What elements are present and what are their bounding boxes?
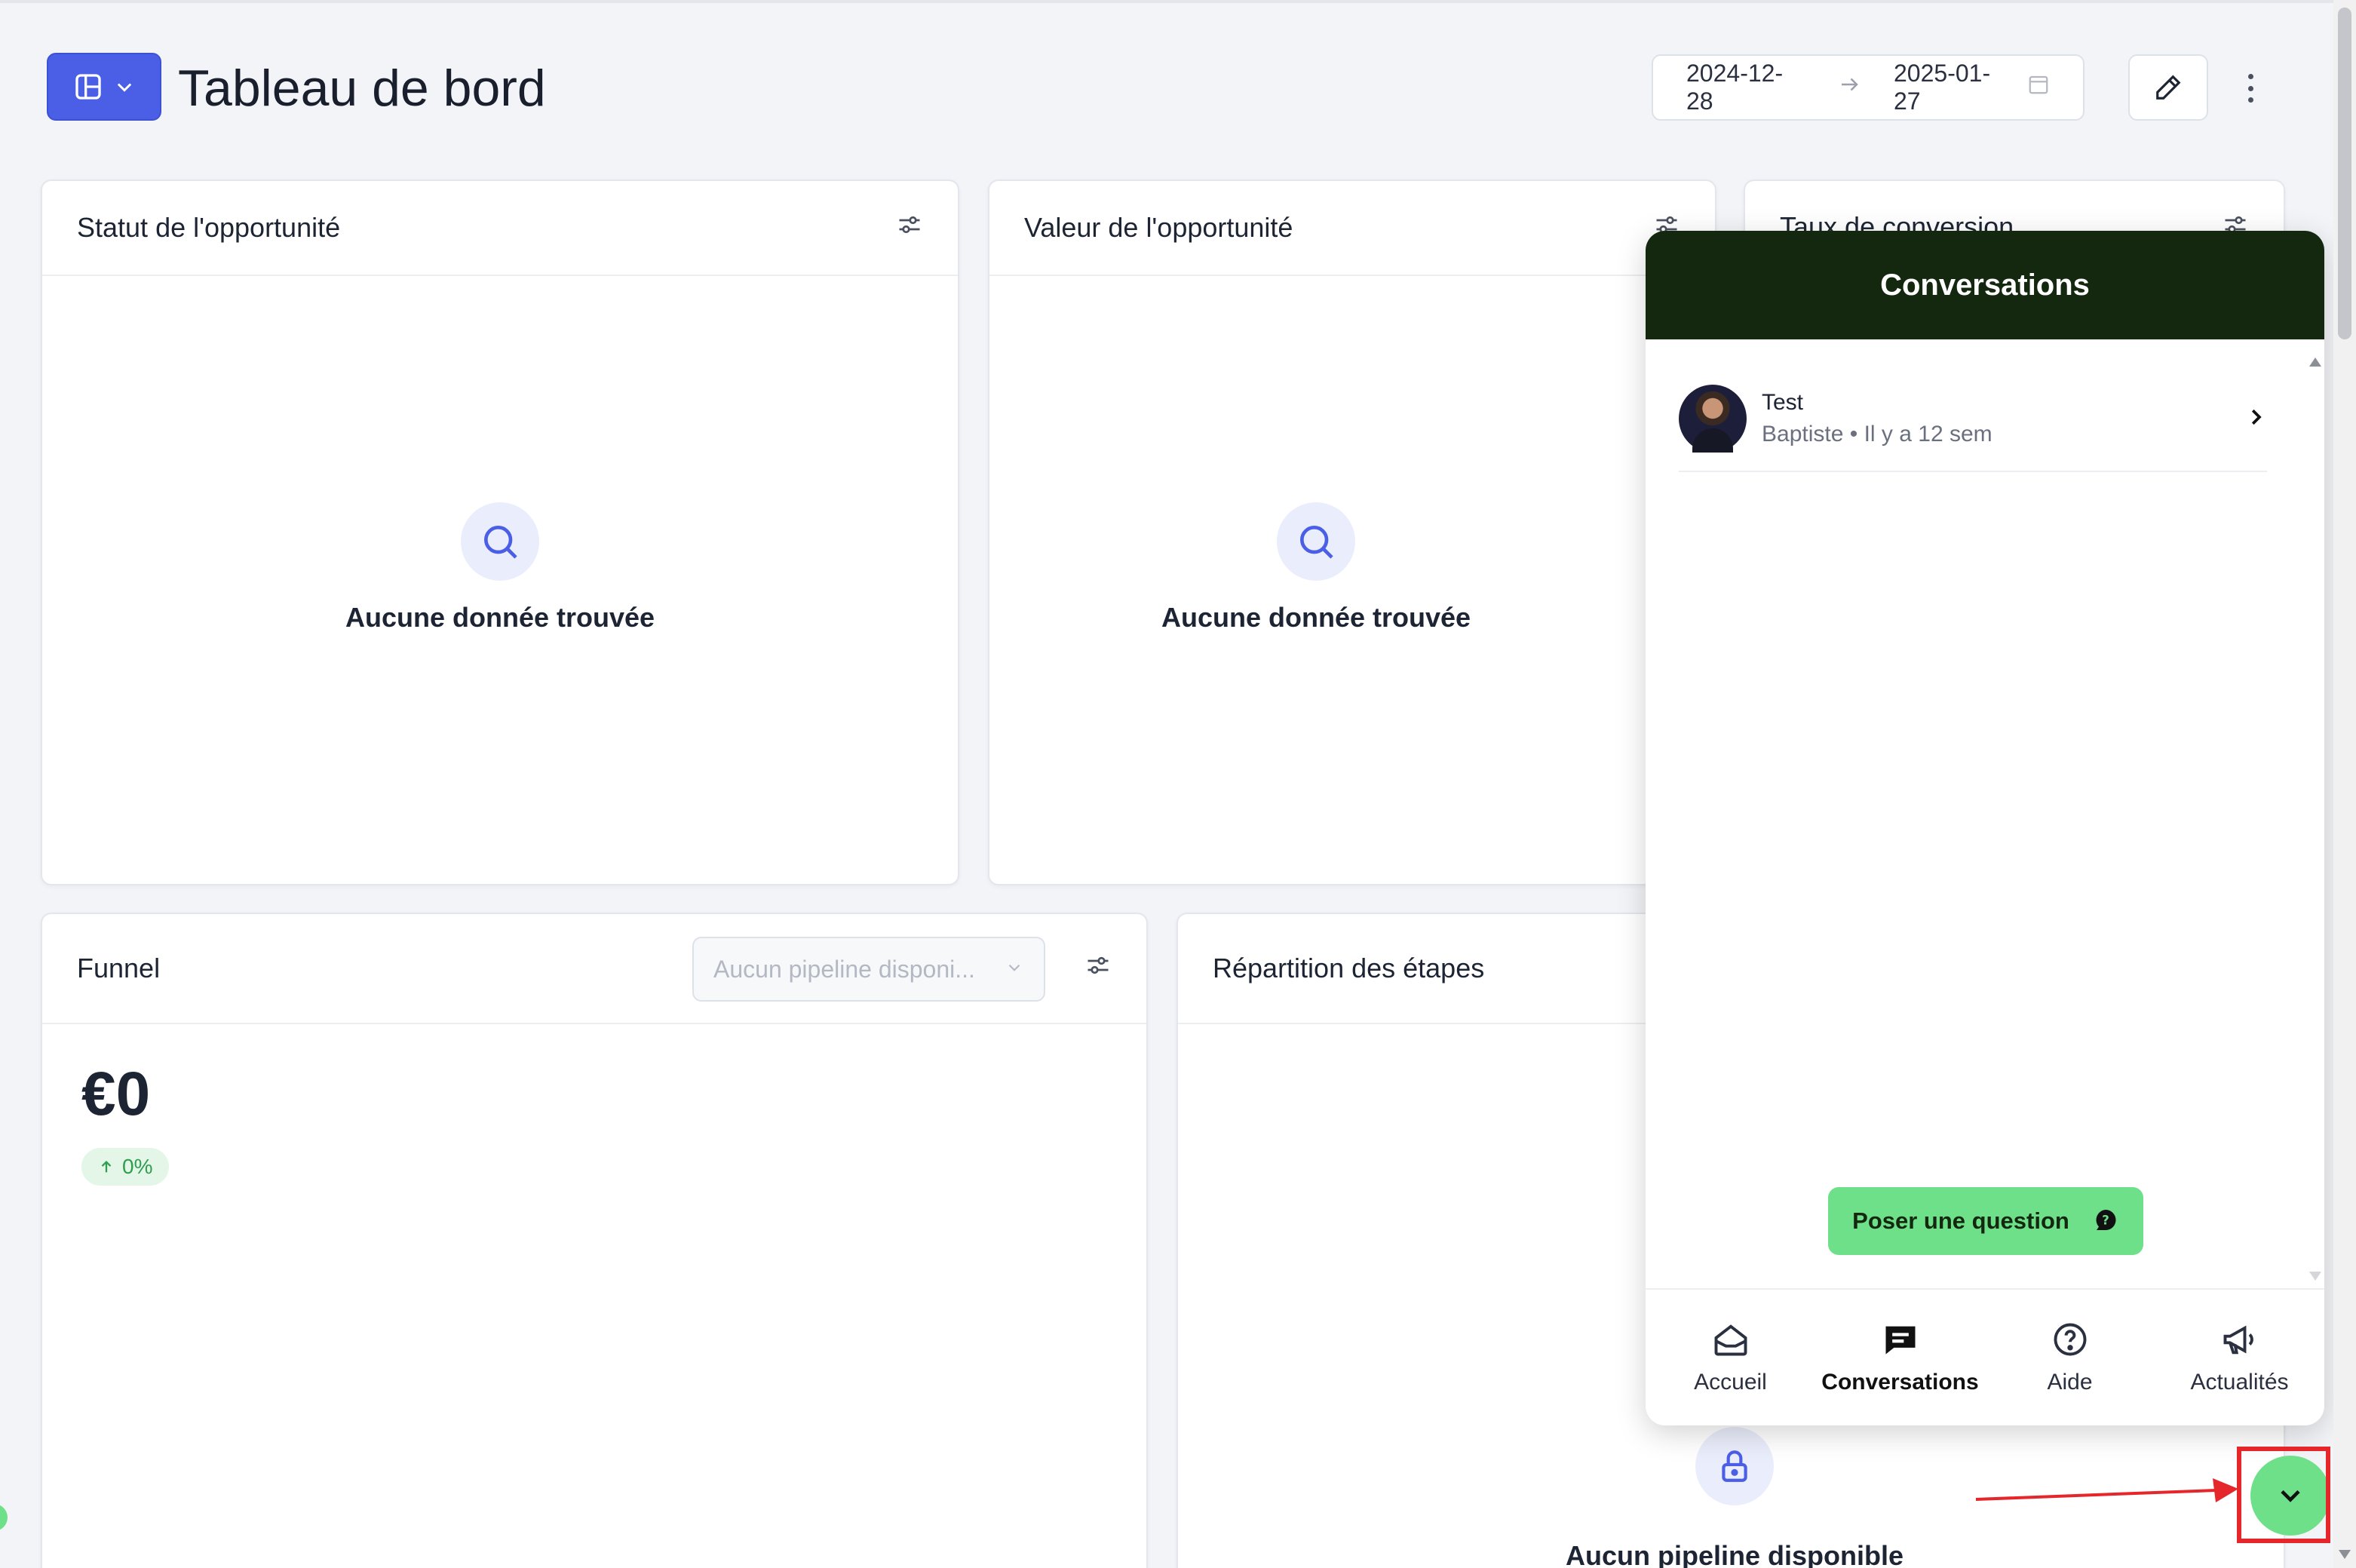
side-tab[interactable] [0, 1504, 8, 1531]
empty-state-text: Aucune donnée trouvée [345, 602, 655, 633]
card-title: Valeur de l'opportunité [1024, 212, 1293, 243]
delta-badge: 0% [81, 1148, 170, 1186]
chat-widget: Conversations Test Baptiste • Il y a 12 … [1646, 231, 2324, 1425]
annotation-arrow [1975, 1478, 2238, 1502]
filter-icon[interactable] [1084, 952, 1112, 986]
nav-home-label: Accueil [1694, 1370, 1767, 1395]
chevron-down-icon [117, 83, 132, 92]
opportunity-value-card: Valeur de l'opportunité Aucune donnée tr… [988, 180, 1716, 885]
empty-state-text: Aucune donnée trouvée [1161, 602, 1471, 633]
question-bubble-icon: ? [2096, 1210, 2116, 1230]
top-border [0, 0, 2356, 3]
pencil-icon [2156, 75, 2181, 100]
conversation-item[interactable]: Test Baptiste • Il y a 12 sem [1679, 367, 2267, 472]
search-icon [1277, 502, 1355, 581]
search-icon [461, 502, 539, 581]
nav-help-label: Aide [2047, 1370, 2093, 1395]
nav-conversations-label: Conversations [1821, 1370, 1979, 1395]
card-title: Funnel [77, 953, 161, 983]
no-pipeline-empty-state: Aucun pipeline disponible [1471, 1427, 1999, 1568]
date-range-picker[interactable]: 2024-12-28 2025-01-27 [1652, 54, 2085, 121]
ask-question-button[interactable]: Poser une question ? [1828, 1187, 2143, 1255]
page-scrollbar[interactable] [2333, 0, 2356, 1568]
chevron-right-icon [2244, 406, 2267, 432]
nav-news[interactable]: Actualités [2155, 1290, 2324, 1425]
page-scrollbar-thumb[interactable] [2338, 8, 2351, 339]
filter-icon[interactable] [896, 211, 923, 245]
ask-question-label: Poser une question [1852, 1207, 2069, 1234]
home-icon [1714, 1324, 1747, 1356]
megaphone-icon [2223, 1325, 2253, 1355]
chevron-down-icon [1005, 956, 1024, 983]
help-icon [2054, 1323, 2086, 1356]
dashboard-switcher-button[interactable] [47, 53, 161, 121]
delta-value: 0% [122, 1155, 153, 1178]
pipeline-select-placeholder: Aucun pipeline disponi... [713, 955, 975, 983]
card-title: Répartition des étapes [1213, 953, 1485, 983]
page-title: Tableau de bord [178, 60, 546, 117]
conversation-subtitle: Baptiste • Il y a 12 sem [1762, 422, 1992, 446]
arrow-up-icon [101, 1160, 112, 1173]
more-options-icon[interactable] [2235, 69, 2266, 107]
nav-news-label: Actualités [2190, 1370, 2289, 1395]
date-start[interactable]: 2024-12-28 [1686, 60, 1805, 115]
chat-icon [1885, 1326, 1915, 1355]
date-end[interactable]: 2025-01-27 [1894, 60, 2012, 115]
layout-icon [75, 74, 101, 100]
avatar [1679, 385, 1747, 453]
nav-conversations[interactable]: Conversations [1815, 1290, 1985, 1425]
funnel-amount: €0 [81, 1060, 151, 1128]
svg-text:?: ? [2102, 1214, 2109, 1228]
nav-help[interactable]: Aide [1985, 1290, 2155, 1425]
pipeline-select[interactable]: Aucun pipeline disponi... [692, 937, 1045, 1002]
nav-home[interactable]: Accueil [1646, 1290, 1815, 1425]
chat-nav-bar: Accueil Conversations Aide Actualités [1646, 1288, 2324, 1425]
empty-state-text: Aucun pipeline disponible [1565, 1540, 1904, 1568]
arrow-right-icon [1838, 73, 1861, 102]
calendar-icon [2027, 73, 2050, 102]
chat-title: Conversations [1646, 231, 2324, 339]
lock-icon [1695, 1427, 1774, 1505]
funnel-card: Funnel [41, 913, 1148, 1568]
chat-scrollbar[interactable] [2306, 351, 2324, 1287]
edit-dashboard-button[interactable] [2128, 54, 2208, 121]
annotation-highlight-box [2237, 1447, 2330, 1543]
opportunity-status-card: Statut de l'opportunité Aucune donnée tr… [41, 180, 959, 885]
card-title: Statut de l'opportunité [77, 212, 341, 243]
conversation-title: Test [1762, 390, 1804, 415]
